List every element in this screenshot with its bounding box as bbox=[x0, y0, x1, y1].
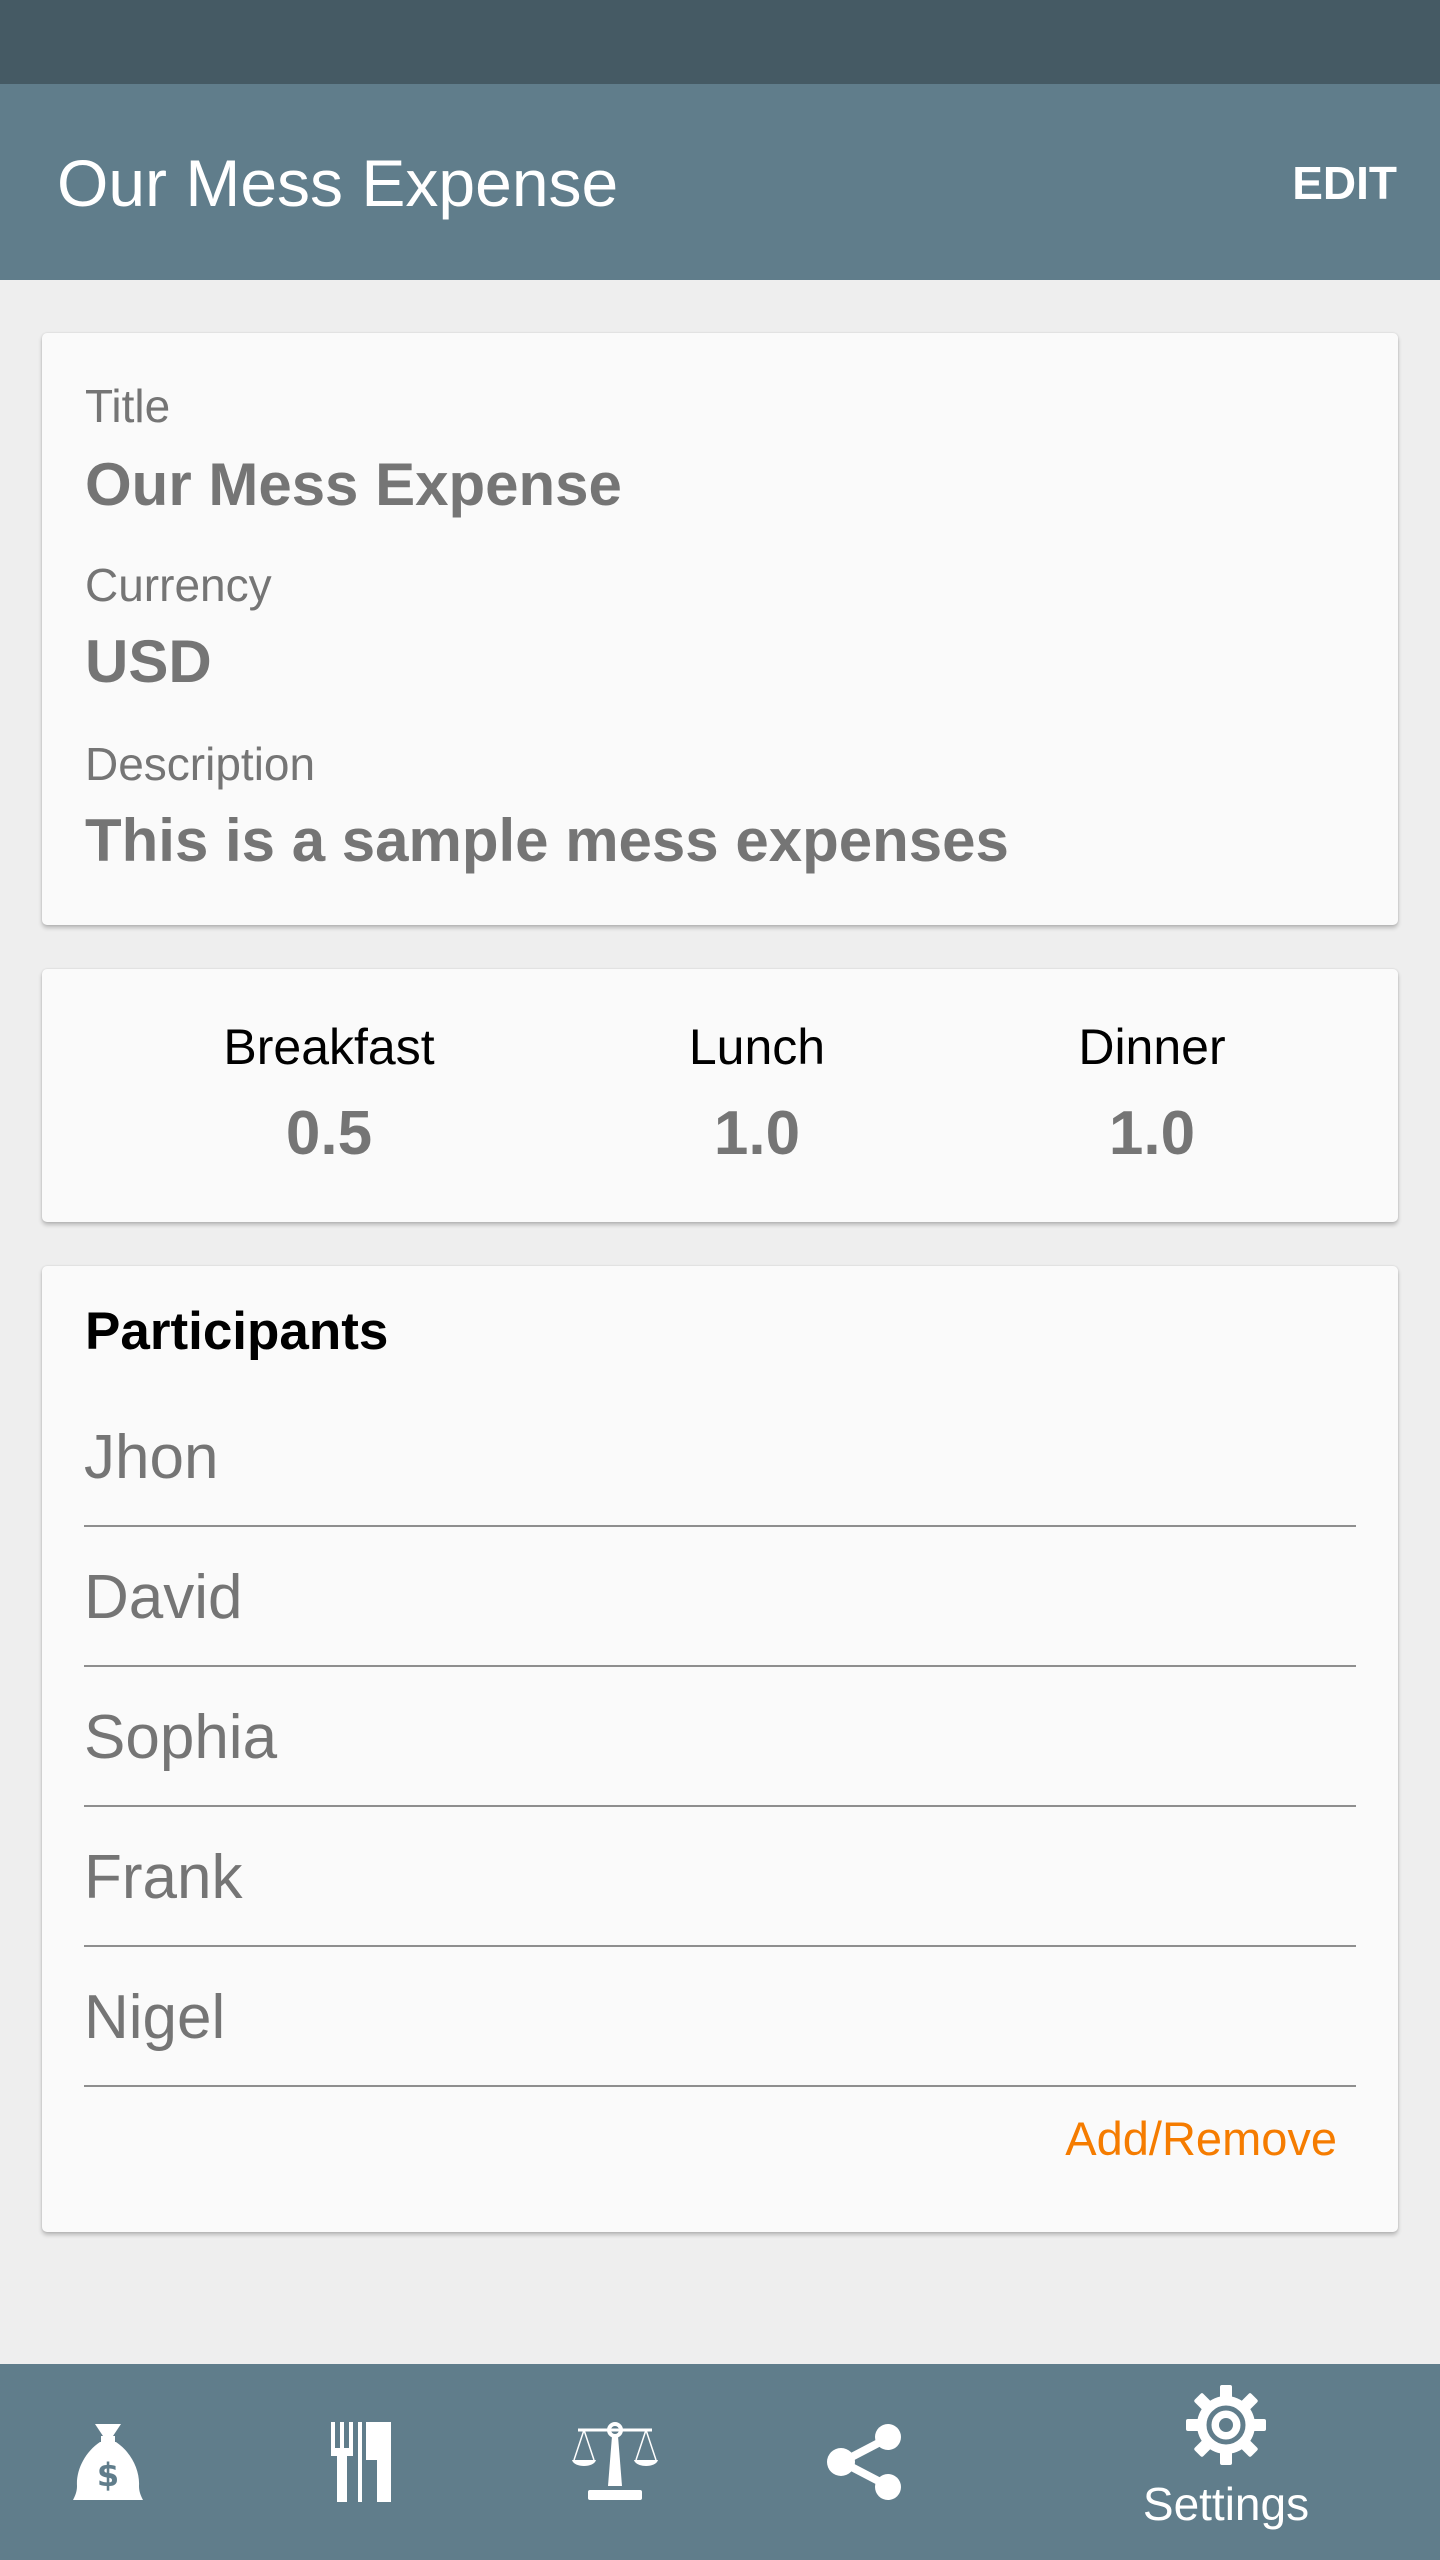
nav-share[interactable] bbox=[798, 2364, 934, 2560]
app-title: Our Mess Expense bbox=[57, 146, 619, 220]
meal-name: Lunch bbox=[688, 1019, 826, 1075]
participant-name: Jhon bbox=[84, 1423, 219, 1492]
balance-scale-icon bbox=[572, 2422, 658, 2500]
title-label: Title bbox=[85, 380, 171, 432]
edit-button[interactable]: EDIT bbox=[1292, 153, 1397, 213]
cutlery-icon bbox=[331, 2422, 391, 2502]
participant-name: Sophia bbox=[84, 1703, 278, 1772]
nav-settings[interactable]: Settings bbox=[1116, 2364, 1336, 2560]
currency-label: Currency bbox=[85, 559, 272, 611]
participant-name: Nigel bbox=[84, 1983, 226, 2052]
svg-text:$: $ bbox=[97, 2456, 119, 2494]
money-bag-icon: $ bbox=[73, 2424, 143, 2500]
meal-breakfast: Breakfast 0.5 bbox=[129, 969, 529, 1222]
participant-row[interactable]: Frank bbox=[84, 1807, 1356, 1947]
app-bar: Our Mess Expense EDIT bbox=[0, 84, 1440, 280]
nav-settings-label: Settings bbox=[1142, 2478, 1310, 2530]
share-icon bbox=[827, 2424, 901, 2500]
title-value: Our Mess Expense bbox=[85, 451, 622, 518]
participants-card: Participants Jhon David Sophia Frank Nig… bbox=[42, 1266, 1398, 2232]
meal-name: Breakfast bbox=[223, 1019, 435, 1075]
meal-name: Dinner bbox=[1078, 1019, 1226, 1075]
participants-heading: Participants bbox=[85, 1302, 389, 1361]
description-value: This is a sample mess expenses bbox=[85, 807, 1009, 874]
participant-row[interactable]: Nigel bbox=[84, 1947, 1356, 2087]
meal-value: 1.0 bbox=[1108, 1099, 1196, 1168]
gear-icon bbox=[1186, 2385, 1266, 2465]
participant-list: Jhon David Sophia Frank Nigel bbox=[84, 1387, 1356, 2087]
meal-rates-card: Breakfast 0.5 Lunch 1.0 Dinner 1.0 bbox=[42, 969, 1398, 1222]
participant-row[interactable]: Jhon bbox=[84, 1387, 1356, 1527]
participant-name: Frank bbox=[84, 1843, 243, 1912]
currency-value: USD bbox=[85, 628, 212, 695]
meal-value: 0.5 bbox=[285, 1099, 373, 1168]
bottom-navigation: $ Settings bbox=[0, 2364, 1440, 2560]
meal-lunch: Lunch 1.0 bbox=[557, 969, 957, 1222]
nav-balance[interactable] bbox=[547, 2364, 683, 2560]
meal-value: 1.0 bbox=[713, 1099, 801, 1168]
nav-meals[interactable] bbox=[294, 2364, 430, 2560]
expense-info-card: Title Our Mess Expense Currency USD Desc… bbox=[42, 333, 1398, 925]
status-bar bbox=[0, 0, 1440, 84]
participant-row[interactable]: Sophia bbox=[84, 1667, 1356, 1807]
nav-expenses[interactable]: $ bbox=[40, 2364, 176, 2560]
meal-dinner: Dinner 1.0 bbox=[952, 969, 1352, 1222]
add-remove-participants-button[interactable]: Add/Remove bbox=[1065, 2111, 1337, 2167]
participant-row[interactable]: David bbox=[84, 1527, 1356, 1667]
participant-name: David bbox=[84, 1563, 243, 1632]
description-label: Description bbox=[85, 738, 316, 790]
